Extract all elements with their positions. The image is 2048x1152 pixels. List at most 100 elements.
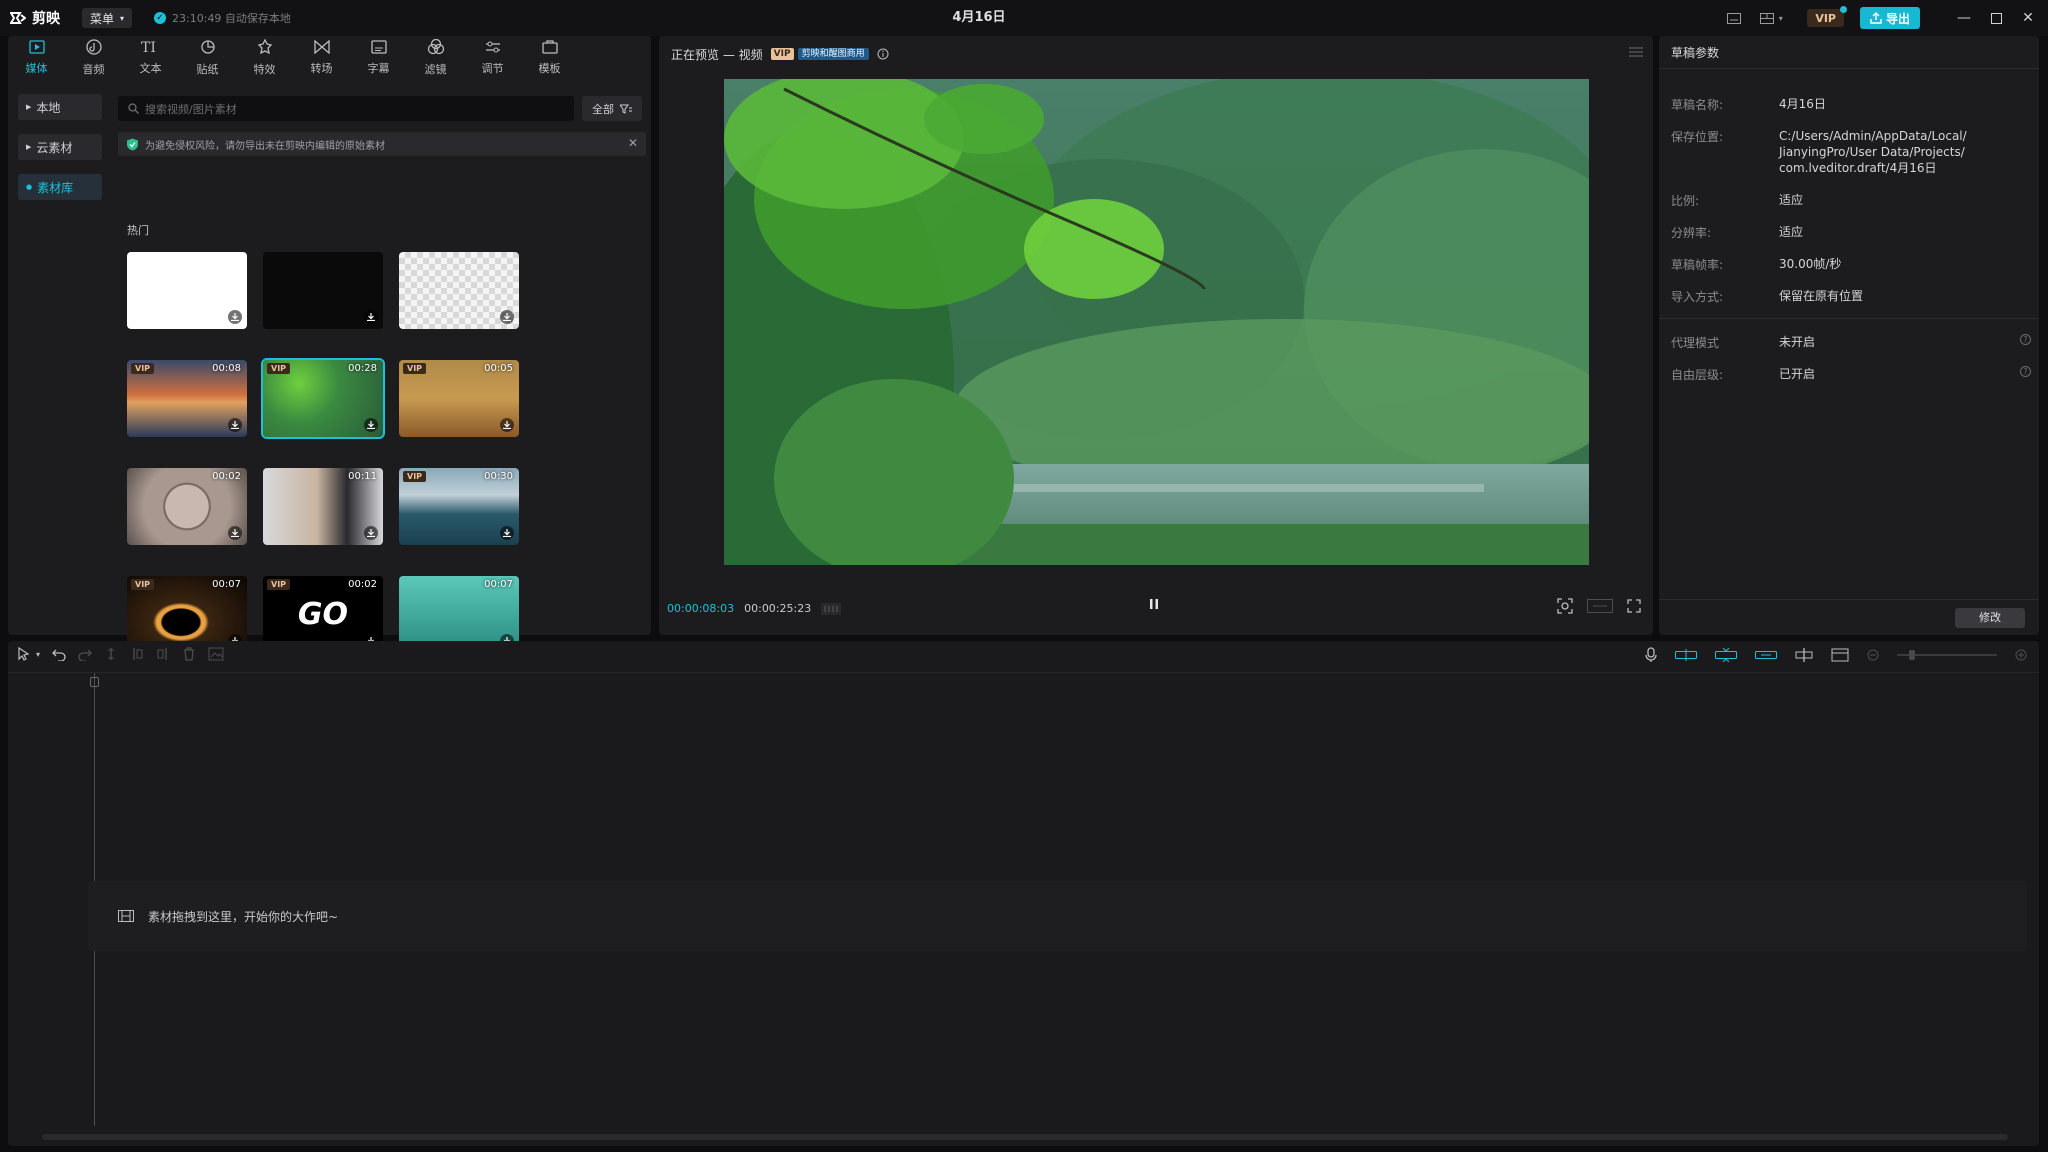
delete-icon[interactable]: [182, 647, 196, 661]
tab-media[interactable]: 媒体: [8, 36, 65, 80]
param-row: 草稿名称: 4月16日: [1671, 96, 2031, 113]
tab-audio[interactable]: 音频: [65, 36, 122, 80]
asset-thumbnail[interactable]: VIP 00:30: [399, 468, 519, 545]
asset-thumbnail[interactable]: 00:11: [263, 468, 383, 545]
total-time: 00:00:25:23: [744, 602, 812, 615]
download-icon[interactable]: [500, 418, 514, 432]
param-key: 自由层级:: [1671, 368, 1724, 382]
sidebar-item[interactable]: ● 素材库: [18, 174, 102, 200]
media-icon: [28, 40, 45, 60]
vip-badge[interactable]: VIP: [1807, 6, 1847, 27]
split-left-icon[interactable]: [130, 647, 144, 661]
tab-transition[interactable]: 转场: [293, 36, 350, 80]
auto-snap-icon[interactable]: [1715, 648, 1737, 662]
time-display: 00:00:08:03 00:00:25:23: [667, 602, 842, 615]
sidebar-item[interactable]: ▶ 云素材: [18, 134, 102, 160]
close-notice-icon[interactable]: ✕: [628, 136, 638, 150]
horizontal-scrollbar[interactable]: [42, 1134, 2008, 1140]
help-icon[interactable]: ?: [2020, 366, 2031, 377]
crop-focus-icon[interactable]: [1557, 598, 1573, 614]
tab-template[interactable]: 模板: [521, 36, 578, 80]
download-icon[interactable]: [228, 310, 242, 324]
params-footer: 修改: [1659, 599, 2039, 635]
export-button[interactable]: 导出: [1859, 7, 1920, 29]
full-view-icon[interactable]: [1831, 648, 1849, 662]
divider: [1659, 318, 2039, 319]
minimize-button[interactable]: —: [1948, 3, 1980, 33]
download-icon[interactable]: [228, 526, 242, 540]
help-icon[interactable]: ?: [2020, 334, 2031, 345]
asset-thumbnail[interactable]: [399, 252, 519, 329]
capcut-logo-icon: [10, 12, 26, 24]
freeze-frame-icon[interactable]: [208, 647, 224, 661]
param-key: 导入方式:: [1671, 290, 1724, 304]
sidebar-item[interactable]: ▶ 本地: [18, 94, 102, 120]
timeline-drop-zone[interactable]: 素材拖拽到这里，开始你的大作吧~: [88, 881, 2027, 951]
preview-panel: 正在预览 — 视频 VIP 剪映和醒图商用 00:00:08:03 00:00:…: [659, 36, 1653, 635]
chevron-down-icon: ▾: [120, 13, 125, 23]
expand-arrow-icon: ▶: [26, 143, 32, 151]
preview-menu-icon[interactable]: [1629, 46, 1643, 60]
info-icon[interactable]: [877, 48, 889, 60]
tab-filter[interactable]: 滤镜: [407, 36, 464, 80]
filter-button[interactable]: 全部: [582, 96, 642, 121]
zoom-out-icon[interactable]: [1867, 649, 1879, 661]
ratio-icon[interactable]: [1587, 599, 1613, 613]
split-icon[interactable]: [104, 647, 118, 661]
microphone-icon[interactable]: [1645, 647, 1657, 663]
layout-menu-icon[interactable]: ▾: [1749, 3, 1793, 33]
vip-badge: VIP: [267, 363, 291, 374]
download-icon[interactable]: [500, 526, 514, 540]
linkage-icon[interactable]: [1755, 649, 1777, 661]
section-hot-label: 热门: [127, 224, 149, 237]
zoom-in-icon[interactable]: [2015, 649, 2027, 661]
main-track-magnet-icon[interactable]: [1675, 649, 1697, 661]
chevron-down-icon[interactable]: ▾: [36, 650, 40, 659]
select-cursor-icon[interactable]: [16, 647, 32, 661]
autosave-status: ✓ 23:10:49 自动保存本地: [154, 10, 291, 26]
edit-params-button[interactable]: 修改: [1955, 608, 2025, 628]
video-preview[interactable]: [724, 79, 1589, 565]
undo-icon[interactable]: [52, 647, 66, 661]
tab-sticker[interactable]: 贴纸: [179, 36, 236, 80]
adjust-icon: [485, 40, 501, 60]
asset-thumbnail[interactable]: VIP 00:05: [399, 360, 519, 437]
download-icon[interactable]: [500, 310, 514, 324]
preview-axis-icon[interactable]: [1795, 648, 1813, 662]
forest-river-frame: [724, 79, 1589, 565]
asset-thumbnail[interactable]: [127, 252, 247, 329]
asset-thumbnail[interactable]: 00:02: [127, 468, 247, 545]
maximize-button[interactable]: [1980, 3, 2012, 33]
layout-toggle-icon[interactable]: [1719, 3, 1749, 33]
param-value: 30.00帧/秒: [1779, 257, 1842, 271]
close-button[interactable]: ✕: [2012, 3, 2044, 33]
asset-thumbnail[interactable]: VIP 00:28: [261, 358, 385, 439]
tab-effects[interactable]: 特效: [236, 36, 293, 80]
zoom-slider-knob[interactable]: [1909, 650, 1915, 660]
playhead-handle[interactable]: [90, 677, 99, 687]
pause-button[interactable]: [1149, 598, 1159, 613]
split-right-icon[interactable]: [156, 647, 170, 661]
download-icon[interactable]: [364, 310, 378, 324]
asset-thumbnail[interactable]: VIP 00:08: [127, 360, 247, 437]
asset-thumbnail[interactable]: [263, 252, 383, 329]
timecode-grid-icon[interactable]: [821, 602, 842, 615]
search-input[interactable]: 搜索视频/图片素材: [118, 96, 574, 121]
menu-button[interactable]: 菜单 ▾: [82, 8, 133, 28]
download-icon[interactable]: [364, 526, 378, 540]
media-panel: 媒体 音频 TI 文本 贴纸 特效 转场 字幕 滤镜 调节 模板 ▶ 本地 ▶ 云素材 ● 素材库 搜索视频/…: [8, 36, 651, 653]
param-value: 已开启: [1779, 367, 1816, 381]
fullscreen-icon[interactable]: [1627, 599, 1641, 613]
download-icon[interactable]: [364, 418, 378, 432]
zoom-slider[interactable]: [1897, 650, 1997, 660]
tab-label: 字幕: [367, 62, 390, 75]
duration-label: 00:07: [212, 579, 241, 590]
download-icon[interactable]: [228, 418, 242, 432]
tab-text[interactable]: TI 文本: [122, 36, 179, 80]
duration-label: 00:08: [212, 363, 241, 374]
redo-icon[interactable]: [78, 647, 92, 661]
source-sidebar: ▶ 本地 ▶ 云素材 ● 素材库: [18, 94, 102, 214]
tab-subtitle[interactable]: 字幕: [350, 36, 407, 80]
film-icon: [118, 910, 134, 922]
tab-adjust[interactable]: 调节: [464, 36, 521, 80]
